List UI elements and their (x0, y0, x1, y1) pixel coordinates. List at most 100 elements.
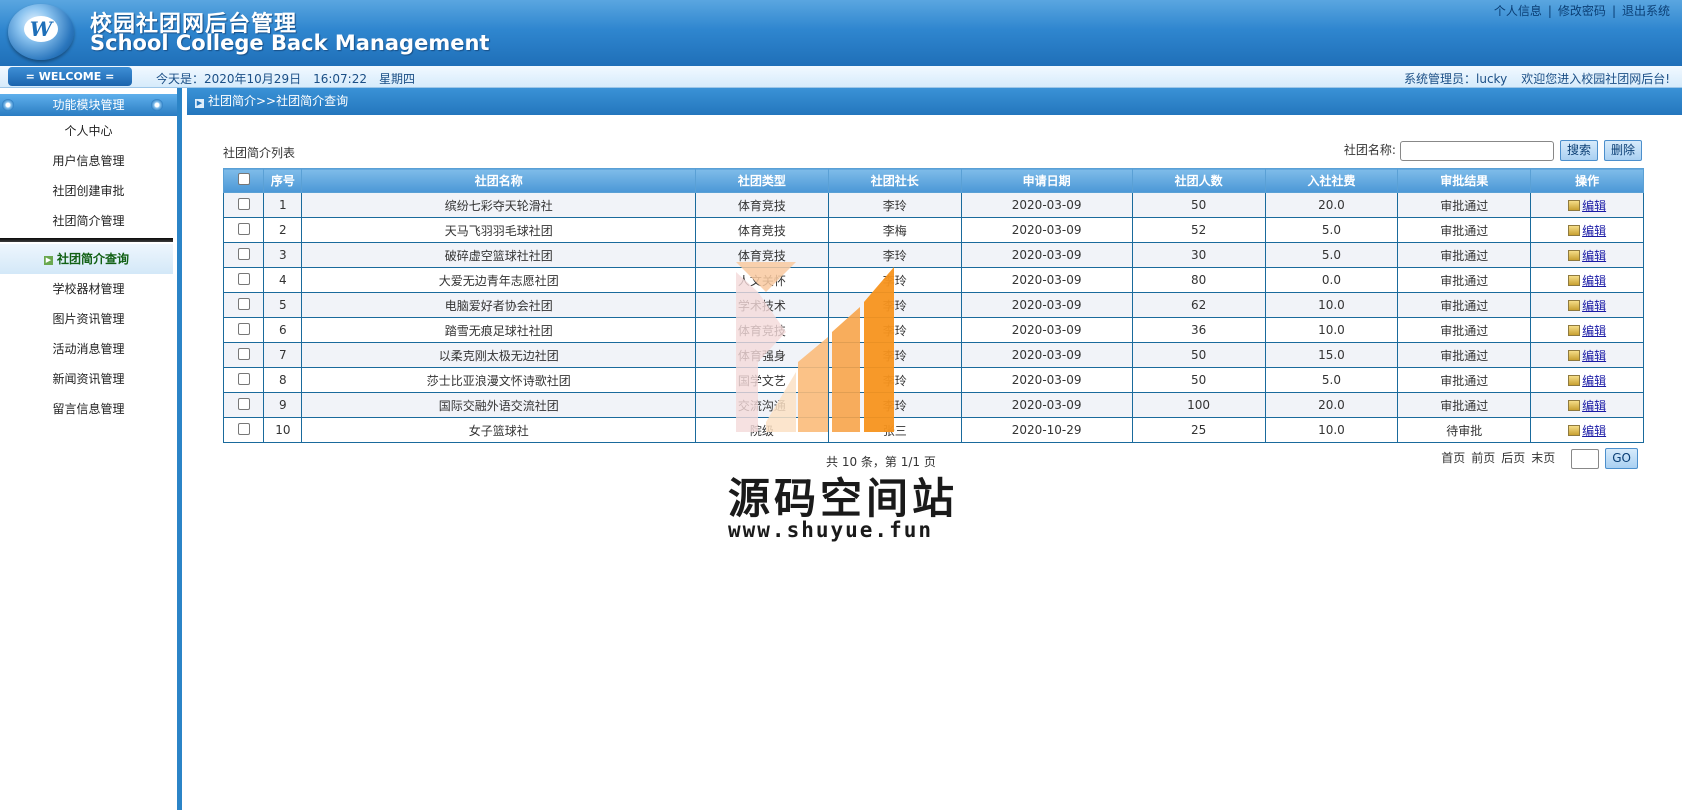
sidebar-item-news[interactable]: 新闻资讯管理 (0, 364, 177, 394)
edit-icon[interactable] (1568, 199, 1581, 211)
row-checkbox[interactable] (237, 197, 250, 210)
table-cell-action: 编辑 (1530, 367, 1644, 393)
last-page-link[interactable]: 末页 (1531, 451, 1555, 465)
edit-link[interactable]: 编辑 (1582, 349, 1606, 363)
sidebar-item-club-intro-query[interactable]: ▶ 社团简介查询 (0, 244, 173, 274)
app-title-en: School College Back Management (90, 31, 490, 55)
weekday: 星期四 (379, 72, 416, 86)
table-cell-name: 破碎虚空篮球社社团 (301, 242, 696, 268)
profile-link[interactable]: 个人信息 (1494, 4, 1542, 18)
table-cell-name: 国际交融外语交流社团 (301, 392, 696, 418)
sidebar-item-equipment[interactable]: 学校器材管理 (0, 274, 177, 304)
edit-icon[interactable] (1568, 224, 1581, 236)
table-cell-result: 审批通过 (1397, 342, 1532, 368)
column-header: 社团名称 (301, 168, 696, 193)
change-password-link[interactable]: 修改密码 (1558, 4, 1606, 18)
row-checkbox[interactable] (237, 297, 250, 310)
edit-icon[interactable] (1568, 399, 1581, 411)
table-cell-action: 编辑 (1530, 242, 1644, 268)
row-select-cell (222, 192, 265, 218)
edit-link[interactable]: 编辑 (1582, 299, 1606, 313)
sidebar-header-label: 功能模块管理 (52, 98, 125, 112)
row-checkbox[interactable] (237, 347, 250, 360)
column-header: 申请日期 (960, 168, 1133, 193)
table-row: 2 天马飞羽羽毛球社团 体育竞技 李梅 2020-03-09 52 5.0 审批通过 编辑 (222, 217, 1644, 243)
table-cell-name: 电脑爱好者协会社团 (301, 292, 696, 318)
row-checkbox[interactable] (237, 272, 250, 285)
row-checkbox[interactable] (237, 372, 250, 385)
table-cell-fee: 15.0 (1264, 342, 1399, 368)
table-cell-fee: 20.0 (1264, 192, 1399, 218)
watermark-shape (798, 337, 828, 432)
edit-link[interactable]: 编辑 (1582, 249, 1606, 263)
club-name-search-input[interactable] (1399, 140, 1554, 161)
row-select-cell (222, 217, 265, 243)
sidebar-item-club-approval[interactable]: 社团创建审批 (0, 176, 177, 206)
table-cell-type: 体育竞技 (694, 192, 829, 218)
next-page-link[interactable]: 后页 (1501, 451, 1525, 465)
row-checkbox[interactable] (237, 322, 250, 335)
table-cell-no: 1 (263, 192, 303, 218)
edit-link[interactable]: 编辑 (1582, 199, 1606, 213)
first-page-link[interactable]: 首页 (1441, 451, 1465, 465)
sidebar-header: 功能模块管理 (0, 94, 177, 116)
column-header: 操作 (1530, 168, 1644, 193)
table-cell-result: 审批通过 (1397, 192, 1532, 218)
table-cell-result: 待审批 (1397, 417, 1532, 443)
edit-link[interactable]: 编辑 (1582, 374, 1606, 388)
date-time: 今天是：2020年10月29日 16:07:22 星期四 (156, 70, 427, 87)
row-checkbox[interactable] (237, 397, 250, 410)
go-button[interactable]: GO (1605, 448, 1638, 469)
table-cell-action: 编辑 (1530, 192, 1644, 218)
sidebar-item-user-info[interactable]: 用户信息管理 (0, 146, 177, 176)
search-button[interactable]: 搜索 (1559, 140, 1598, 161)
table-cell-no: 3 (263, 242, 303, 268)
edit-icon[interactable] (1568, 274, 1581, 286)
arrow-right-icon: ▶ (43, 256, 53, 265)
welcome-bar: = WELCOME = 今天是：2020年10月29日 16:07:22 星期四 系… (0, 66, 1682, 88)
table-cell-date: 2020-03-09 (960, 342, 1133, 368)
edit-link[interactable]: 编辑 (1582, 224, 1606, 238)
row-checkbox[interactable] (237, 222, 250, 235)
sidebar-item-personal-center[interactable]: 个人中心 (0, 116, 177, 146)
page-number-input[interactable] (1571, 448, 1600, 469)
prev-page-link[interactable]: 前页 (1471, 451, 1495, 465)
table-cell-no: 8 (263, 367, 303, 393)
table-cell-no: 2 (263, 217, 303, 243)
sidebar-item-picture-news[interactable]: 图片资讯管理 (0, 304, 177, 334)
edit-icon[interactable] (1568, 299, 1581, 311)
logout-link[interactable]: 退出系统 (1622, 4, 1670, 18)
table-cell-date: 2020-03-09 (960, 242, 1133, 268)
edit-link[interactable]: 编辑 (1582, 424, 1606, 438)
select-all-checkbox[interactable] (237, 173, 250, 185)
link-separator: | (1611, 4, 1616, 18)
sidebar-item-activity[interactable]: 活动消息管理 (0, 334, 177, 364)
column-header: 序号 (263, 168, 303, 193)
table-cell-result: 审批通过 (1397, 242, 1532, 268)
delete-button[interactable]: 删除 (1603, 140, 1642, 161)
row-select-cell (222, 367, 265, 393)
table-row: 1 缤纷七彩夺天轮滑社 体育竞技 李玲 2020-03-09 50 20.0 审批通过 编辑 (222, 192, 1644, 218)
row-checkbox[interactable] (237, 247, 250, 260)
row-checkbox[interactable] (237, 422, 250, 435)
sidebar-item-club-intro-manage[interactable]: 社团简介管理 (0, 206, 177, 236)
edit-link[interactable]: 编辑 (1582, 324, 1606, 338)
edit-icon[interactable] (1568, 374, 1581, 386)
edit-link[interactable]: 编辑 (1582, 274, 1606, 288)
table-cell-members: 80 (1131, 267, 1266, 293)
table-cell-members: 52 (1131, 217, 1266, 243)
edit-icon[interactable] (1568, 349, 1581, 361)
table-cell-action: 编辑 (1530, 267, 1644, 293)
table-cell-action: 编辑 (1530, 417, 1644, 443)
edit-icon[interactable] (1568, 324, 1581, 336)
table-cell-members: 50 (1131, 367, 1266, 393)
table-cell-members: 25 (1131, 417, 1266, 443)
link-separator: | (1547, 4, 1552, 18)
sidebar-item-messages[interactable]: 留言信息管理 (0, 394, 177, 424)
table-cell-name: 大爱无边青年志愿社团 (301, 267, 696, 293)
table-cell-fee: 5.0 (1264, 367, 1399, 393)
edit-icon[interactable] (1568, 424, 1581, 436)
edit-icon[interactable] (1568, 249, 1581, 261)
edit-link[interactable]: 编辑 (1582, 399, 1606, 413)
table-cell-no: 10 (263, 417, 303, 443)
